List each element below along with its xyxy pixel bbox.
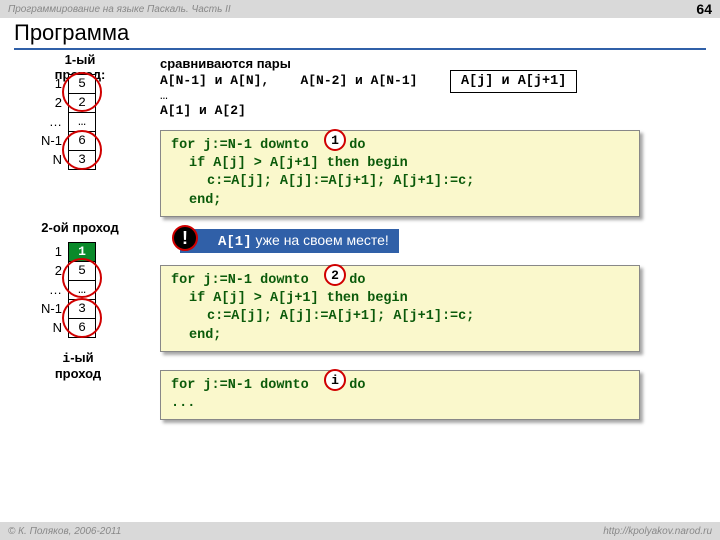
list-item: N-1 (26, 299, 62, 318)
list-item: 1 (26, 74, 62, 93)
info-badge: A[1] уже на своем месте! (180, 229, 399, 253)
circle-icon (62, 258, 102, 298)
list-item: … (26, 112, 62, 131)
header-bar: Программирование на языке Паскаль. Часть… (0, 0, 720, 18)
code-line: c:=A[j]; A[j]:=A[j+1]; A[j+1]:=c; (171, 308, 629, 326)
list-item: N (26, 150, 62, 169)
pairs-block: сравниваются пары A[N-1] и A[N], A[N-2] … (160, 56, 417, 118)
step-badge: 1 (324, 129, 346, 151)
exclamation-icon: ! (172, 225, 198, 251)
code-line: if A[j] > A[j+1] then begin (171, 290, 629, 308)
code-line: for j:=N-1 downto (171, 273, 317, 288)
page-number: 64 (696, 1, 712, 17)
pass2-label: 2-ой проход (20, 220, 140, 235)
badge-text: уже на своем месте! (252, 232, 389, 248)
step-badge: i (324, 369, 346, 391)
code-line: for j:=N-1 downto (171, 138, 317, 153)
breadcrumb: Программирование на языке Паскаль. Часть… (8, 4, 231, 15)
pairs-heading: сравниваются пары (160, 56, 417, 71)
table-row: … (68, 112, 96, 132)
ith-label: i-ый проход (38, 350, 118, 381)
code-line: if A[j] > A[j+1] then begin (171, 155, 629, 173)
title-divider (14, 48, 706, 50)
pairs-text: … (160, 88, 417, 103)
code-line: for j:=N-1 downto (171, 378, 317, 393)
code-block-1: for j:=N-1 downto do if A[j] > A[j+1] th… (160, 130, 640, 217)
list-item: 1 (26, 242, 62, 261)
circle-icon (62, 72, 102, 112)
page-title: Программа (14, 20, 706, 46)
list-item: 2 (26, 261, 62, 280)
code-line: end; (171, 327, 629, 345)
footer-url: http://kpolyakov.narod.ru (603, 526, 712, 537)
footer-bar: © К. Поляков, 2006-2011 http://kpolyakov… (0, 522, 720, 540)
code-line: ... (171, 395, 629, 413)
list-item: … (26, 280, 62, 299)
pairs-text: A[N-2] и A[N-1] (300, 73, 417, 88)
pass1-indices: 1 2 … N-1 N (26, 74, 62, 169)
list-item: N-1 (26, 131, 62, 150)
pass2-indices: 1 2 … N-1 N (26, 242, 62, 337)
code-block-2: for j:=N-1 downto do if A[j] > A[j+1] th… (160, 265, 640, 352)
badge-mono: A[1] (218, 234, 252, 250)
code-block-3: for j:=N-1 downto do ... i (160, 370, 640, 420)
code-line: c:=A[j]; A[j]:=A[j+1]; A[j+1]:=c; (171, 173, 629, 191)
pairs-text: A[1] и A[2] (160, 103, 417, 118)
list-item: N (26, 318, 62, 337)
circle-icon (62, 298, 102, 338)
footer-author: © К. Поляков, 2006-2011 (8, 526, 121, 537)
aj-formula-box: A[j] и A[j+1] (450, 70, 577, 93)
step-badge: 2 (324, 264, 346, 286)
pairs-text: A[N-1] и A[N], (160, 73, 269, 88)
info-badge-wrap: A[1] уже на своем месте! ! (180, 228, 399, 253)
circle-icon (62, 130, 102, 170)
code-line: end; (171, 192, 629, 210)
list-item: 2 (26, 93, 62, 112)
